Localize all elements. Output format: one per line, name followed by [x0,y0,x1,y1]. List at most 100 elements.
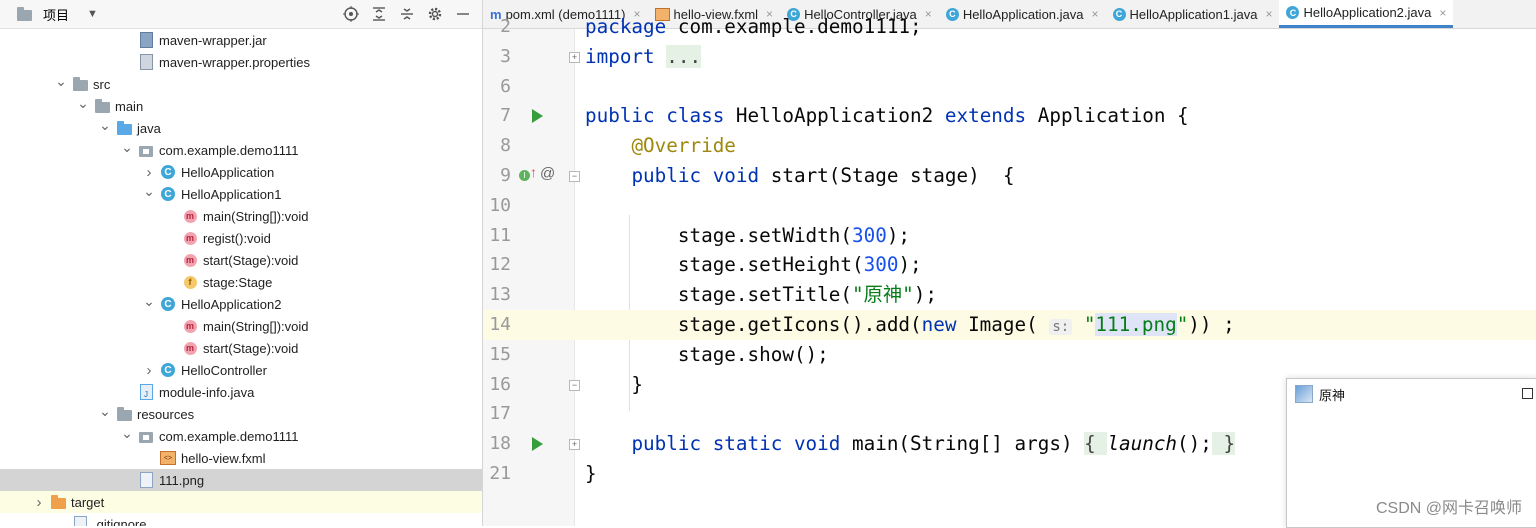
locate-icon[interactable] [342,5,360,23]
tree-item[interactable]: ⌄ java [0,117,482,139]
gear-icon[interactable] [426,5,444,23]
chevron-down-icon[interactable]: ⌄ [142,183,156,199]
tree-item-label: main(String[]):void [203,208,309,224]
project-view-header: 项目 ▼ [0,0,482,29]
line-number: 10 [489,194,511,216]
minimize-icon[interactable] [454,5,472,23]
code-line[interactable]: 15 stage.show(); [483,340,1536,370]
code-line[interactable]: 8 @Override [483,131,1536,161]
code-text: stage.setHeight(300); [585,253,922,277]
project-view-selector[interactable]: 项目 ▼ [16,5,98,24]
method-icon: m [182,340,198,356]
tree-item[interactable]: maven-wrapper.properties [0,51,482,73]
fold-icon[interactable]: + [569,439,580,451]
line-number: 18 [489,433,511,455]
chevron-down-icon[interactable]: ⌄ [98,117,112,133]
tree-item-label: HelloController [181,362,267,378]
code-line[interactable]: 13 stage.setTitle("原神"); [483,280,1536,310]
excluded-folder-icon [50,494,66,510]
code-line[interactable]: 14 stage.getIcons().add(new Image( s: "1… [483,310,1536,340]
tree-item[interactable]: <> hello-view.fxml [0,447,482,469]
chevron-down-icon[interactable]: ⌄ [120,425,134,441]
code-line[interactable]: 7 public class HelloApplication2 extends … [483,101,1536,131]
line-number: 9 [500,165,511,186]
tree-item[interactable]: ⌄ resources [0,403,482,425]
implements-icon[interactable]: I [519,170,530,181]
chevron-down-icon[interactable]: ▼ [87,8,98,20]
tree-item[interactable]: › C HelloApplication [0,161,482,183]
tree-item[interactable]: ⌄ com.example.demo1111 [0,139,482,161]
tree-item[interactable]: ⌄ C HelloApplication2 [0,293,482,315]
chevron-down-icon[interactable]: ⌄ [54,73,68,89]
maximize-icon[interactable] [1522,388,1533,399]
annotation-icon[interactable]: @ [540,165,555,182]
code-line[interactable]: 3 import ... + [483,42,1536,72]
code-line[interactable]: 11 stage.setWidth(300); [483,221,1536,251]
tree-item[interactable]: ⌄ main [0,95,482,117]
tree-item-label: start(Stage):void [203,340,299,356]
tree-item-label: com.example.demo1111 [159,428,299,444]
line-number: 2 [500,16,511,37]
class-icon: C [160,296,176,312]
chevron-down-icon[interactable]: ⌄ [98,403,112,419]
project-tree: maven-wrapper.jar maven-wrapper.propertie… [0,29,482,526]
resources-folder-icon [116,406,132,422]
code-line[interactable]: 10 [483,191,1536,221]
code-line[interactable]: 9 public void start(Stage stage) {I ↑ @ − [483,161,1536,191]
overrides-arrow-icon[interactable]: ↑ [530,164,537,180]
tree-item[interactable]: m main(String[]):void [0,205,482,227]
tree-item[interactable]: maven-wrapper.jar [0,29,482,51]
chevron-down-icon[interactable]: ⌄ [76,95,90,111]
code-line[interactable]: 6 [483,72,1536,102]
file-icon [138,472,154,488]
line-number: 11 [489,224,511,246]
tree-item[interactable]: m regist():void [0,227,482,249]
tree-item[interactable]: m start(Stage):void [0,337,482,359]
collapse-all-icon[interactable] [398,5,416,23]
fxml-file-icon: <> [160,450,176,466]
method-icon: m [182,318,198,334]
tree-item[interactable]: ⌄ com.example.demo1111 [0,425,482,447]
tree-item[interactable]: f stage:Stage [0,271,482,293]
tree-item[interactable]: › target [0,491,482,513]
run-icon[interactable] [532,437,543,452]
javafx-window-titlebar[interactable]: 原神 [1287,379,1536,409]
code-text: } [585,372,644,396]
run-icon[interactable] [532,109,543,124]
code-text: stage.setTitle("原神"); [585,283,937,307]
code-line[interactable]: 12 stage.setHeight(300); [483,250,1536,280]
chevron-down-icon[interactable]: ⌄ [120,139,134,155]
tree-item-label: target [71,494,105,510]
tree-item[interactable]: 111.png [0,469,482,491]
project-panel: 项目 ▼ maven-wrapper.jar maven-wrapper.prop… [0,0,483,526]
tree-item-label: HelloApplication1 [181,186,282,202]
tree-item[interactable]: ⌄ src [0,73,482,95]
fold-icon[interactable]: + [569,51,580,63]
chevron-right-icon[interactable]: › [142,362,156,379]
code-text: public class HelloApplication2 extends A… [585,104,1189,128]
method-icon: m [182,208,198,224]
tree-item[interactable]: m main(String[]):void [0,315,482,337]
tree-item[interactable]: m start(Stage):void [0,249,482,271]
chevron-down-icon[interactable]: ⌄ [142,293,156,309]
tree-item[interactable]: Jmodule-info.java [0,381,482,403]
chevron-right-icon[interactable]: › [142,164,156,181]
line-number: 16 [489,373,511,395]
code-line[interactable]: 2 package com.example.demo1111; [483,12,1536,42]
tree-item[interactable]: ⌄ C HelloApplication1 [0,183,482,205]
chevron-right-icon[interactable]: › [32,494,46,511]
java-file-icon: J [138,384,154,400]
fold-icon[interactable]: − [569,379,580,391]
tree-item[interactable]: › C HelloController [0,359,482,381]
file-icon [72,516,88,526]
expand-all-icon[interactable] [370,5,388,23]
code-text: import ... [585,44,702,68]
tree-item-label: regist():void [203,230,271,246]
tree-item[interactable]: .gitignore [0,513,482,526]
fold-icon[interactable]: − [569,171,580,182]
